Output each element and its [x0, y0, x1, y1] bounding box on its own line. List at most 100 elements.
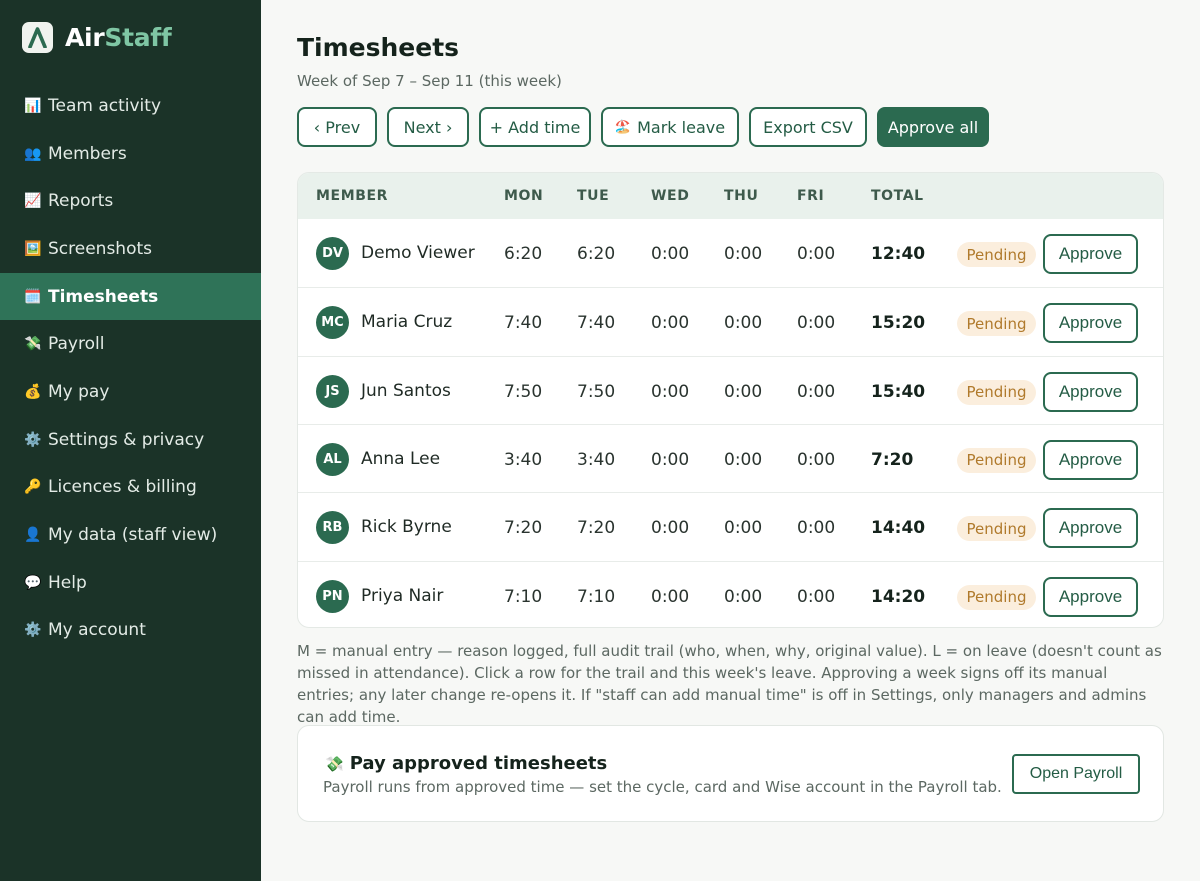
member-name: Jun Santos — [361, 380, 451, 401]
sidebar-item-my-account[interactable]: ⚙️ My account — [0, 607, 261, 655]
cell-tue: 7:50 — [577, 381, 616, 402]
approve-button[interactable]: Approve — [1043, 234, 1138, 274]
sidebar-item-licences-billing[interactable]: 🔑 Licences & billing — [0, 464, 261, 512]
cell-total: 15:20 — [871, 313, 926, 334]
member-name: Priya Nair — [361, 585, 444, 606]
avatar: MC — [316, 306, 349, 340]
cell-total: 14:40 — [871, 518, 926, 539]
picture-icon: 🖼️ — [24, 240, 42, 257]
column-header-tue: TUE — [577, 188, 610, 204]
sidebar-item-label: Settings & privacy — [48, 429, 205, 450]
sidebar-item-screenshots[interactable]: 🖼️ Screenshots — [0, 225, 261, 273]
legend-note: M = manual entry — reason logged, full a… — [297, 642, 1162, 726]
cell-total: 7:20 — [871, 449, 914, 470]
approve-button[interactable]: Approve — [1043, 303, 1138, 344]
sidebar-item-label: Payroll — [48, 334, 105, 355]
sidebar-item-my-pay[interactable]: 💰 My pay — [0, 368, 261, 416]
approve-button[interactable]: Approve — [1043, 371, 1138, 412]
cell-total: 15:40 — [871, 381, 926, 402]
export-csv-button[interactable]: Export CSV — [749, 107, 867, 147]
cell-fri: 0:00 — [797, 518, 836, 539]
status-badge: Pending — [957, 311, 1036, 337]
mark-leave-button[interactable]: 🏖️ Mark leave — [601, 107, 739, 147]
cell-tue: 7:40 — [577, 313, 616, 334]
cell-tue: 3:40 — [577, 449, 616, 470]
timesheets-table: MEMBER MON TUE WED THU FRI TOTAL DV Demo … — [297, 172, 1164, 628]
brand[interactable]: AirStaff — [22, 22, 172, 53]
cell-mon: 6:20 — [504, 244, 543, 264]
member-name: Rick Byrne — [361, 517, 452, 538]
approve-button[interactable]: Approve — [1043, 576, 1138, 617]
cell-mon: 7:40 — [504, 313, 543, 334]
beach-umbrella-icon: 🏖️ — [614, 119, 632, 135]
table-row[interactable]: JS Jun Santos 7:50 7:50 0:00 0:00 0:00 15:40 Pen… — [298, 355, 1163, 424]
table-row[interactable]: PN Priya Nair 7:10 7:10 0:00 0:00 0:00 14:20 Pen… — [298, 560, 1163, 628]
table-header: MEMBER MON TUE WED THU FRI TOTAL — [298, 173, 1163, 219]
cell-wed: 0:00 — [651, 518, 690, 539]
sidebar-item-label: Help — [48, 572, 87, 593]
sidebar-item-label: Team activity — [48, 95, 161, 116]
cell-wed: 0:00 — [651, 449, 690, 470]
table-row[interactable]: DV Demo Viewer 6:20 6:20 0:00 0:00 0:00 12:40 Pe… — [298, 219, 1163, 287]
key-icon: 🔑 — [24, 479, 42, 496]
sidebar-item-my-data-staff-view[interactable]: 👤 My data (staff view) — [0, 511, 261, 559]
sidebar-item-timesheets[interactable]: 🗓️ Timesheets — [0, 272, 261, 321]
bar-chart-icon: 📊 — [24, 97, 42, 114]
table-row[interactable]: AL Anna Lee 3:40 3:40 0:00 0:00 0:00 7:20 Pendin… — [298, 423, 1163, 492]
table-row[interactable]: MC Maria Cruz 7:40 7:40 0:00 0:00 0:00 15:20 Pen… — [298, 287, 1163, 355]
member-name: Anna Lee — [361, 448, 441, 469]
column-header-thu: THU — [724, 188, 759, 204]
column-header-member: MEMBER — [316, 188, 389, 204]
cell-thu: 0:00 — [724, 449, 763, 470]
cell-fri: 0:00 — [797, 586, 836, 607]
column-header-wed: WED — [651, 188, 690, 204]
cell-wed: 0:00 — [651, 586, 690, 607]
sidebar: AirStaff 📊 Team activity 👥 Members 📈 Reports 🖼… — [0, 0, 261, 881]
speech-bubble-icon: 💬 — [24, 574, 42, 591]
column-header-mon: MON — [504, 188, 544, 204]
prev-week-button[interactable]: ‹ Prev — [297, 107, 377, 147]
brand-name-part2: Staff — [104, 23, 172, 52]
user-icon: 👤 — [24, 527, 42, 544]
cell-fri: 0:00 — [797, 313, 836, 334]
avatar: AL — [316, 442, 349, 476]
open-payroll-button[interactable]: Open Payroll — [1012, 754, 1140, 794]
pay-approved-card: 💸 Pay approved timesheets Payroll runs fr… — [297, 725, 1164, 822]
cell-thu: 0:00 — [724, 381, 763, 402]
sidebar-item-label: Reports — [48, 191, 114, 212]
sidebar-item-help[interactable]: 💬 Help — [0, 559, 261, 607]
cell-thu: 0:00 — [724, 313, 763, 334]
cell-thu: 0:00 — [724, 518, 763, 539]
approve-all-button[interactable]: Approve all — [877, 107, 989, 147]
next-week-button[interactable]: Next › — [387, 107, 469, 147]
cell-total: 12:40 — [871, 244, 926, 264]
status-badge: Pending — [957, 242, 1036, 267]
sidebar-item-settings-privacy[interactable]: ⚙️ Settings & privacy — [0, 416, 261, 464]
add-time-button[interactable]: + Add time — [479, 107, 591, 147]
money-wings-icon: 💸 — [24, 336, 42, 353]
avatar: DV — [316, 237, 349, 270]
cell-mon: 7:10 — [504, 586, 543, 607]
sidebar-item-payroll[interactable]: 💸 Payroll — [0, 320, 261, 368]
sidebar-item-label: My account — [48, 620, 146, 641]
sidebar-item-members[interactable]: 👥 Members — [0, 130, 261, 178]
avatar: PN — [316, 579, 349, 613]
gear-icon: ⚙️ — [24, 622, 42, 639]
member-name: Maria Cruz — [361, 312, 453, 333]
status-badge: Pending — [957, 584, 1036, 610]
sidebar-item-reports[interactable]: 📈 Reports — [0, 177, 261, 225]
pay-card-title-text: Pay approved timesheets — [349, 753, 608, 774]
toolbar: ‹ Prev Next › + Add time 🏖️ Mark leave E… — [297, 107, 999, 147]
sidebar-item-team-activity[interactable]: 📊 Team activity — [0, 82, 261, 130]
approve-button[interactable]: Approve — [1043, 508, 1138, 549]
member-name: Demo Viewer — [361, 243, 475, 263]
approve-button[interactable]: Approve — [1043, 439, 1138, 480]
money-bag-icon: 💰 — [24, 383, 42, 400]
cell-fri: 0:00 — [797, 381, 836, 402]
money-wings-icon: 💸 — [325, 755, 344, 773]
avatar: RB — [316, 511, 349, 545]
sidebar-item-label: Screenshots — [48, 238, 153, 259]
table-row[interactable]: RB Rick Byrne 7:20 7:20 0:00 0:00 0:00 14:40 Pen… — [298, 492, 1163, 560]
cell-thu: 0:00 — [724, 586, 763, 607]
cell-tue: 6:20 — [577, 244, 616, 264]
